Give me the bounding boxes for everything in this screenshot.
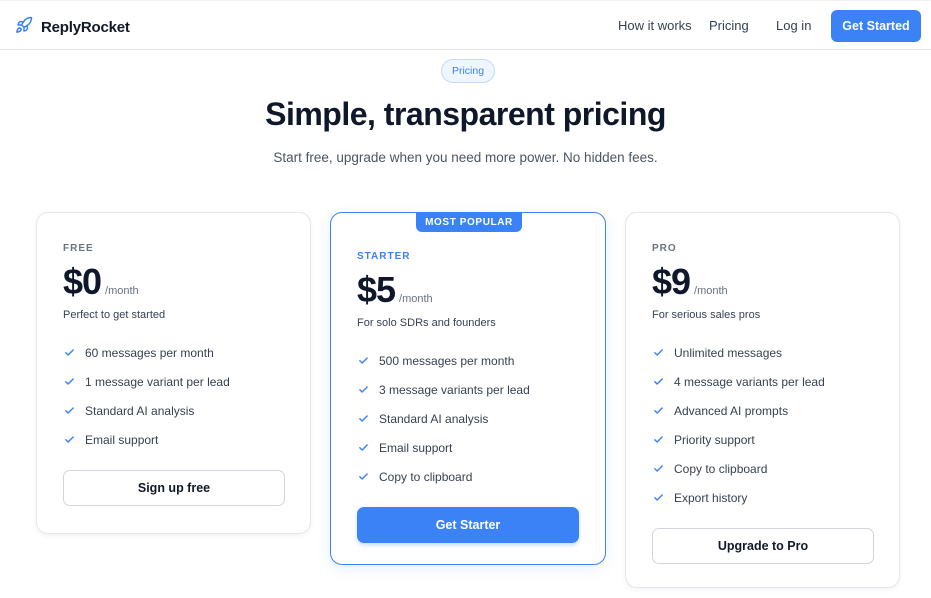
check-icon: [652, 376, 664, 388]
nav-how-it-works[interactable]: How it works: [618, 18, 692, 33]
feature-label: Standard AI analysis: [379, 411, 489, 426]
plan-period: /month: [105, 285, 139, 297]
feature-item: Standard AI analysis: [63, 396, 230, 425]
plan-price: $0: [63, 261, 102, 302]
plan-tagline: For serious sales pros: [652, 309, 761, 321]
plan-period: /month: [694, 285, 728, 297]
sign-up-free-button[interactable]: Sign up free: [63, 470, 285, 506]
feature-label: Unlimited messages: [674, 345, 783, 360]
price-row: $0 /month: [63, 261, 139, 303]
plan-tier: PRO: [652, 243, 677, 254]
check-icon: [357, 413, 369, 425]
plan-price: $5: [357, 269, 396, 310]
plan-tier: FREE: [63, 243, 94, 254]
feature-label: 60 messages per month: [85, 345, 214, 360]
feature-item: 500 messages per month: [357, 346, 530, 375]
check-icon: [357, 442, 369, 454]
feature-label: 500 messages per month: [379, 353, 515, 368]
rocket-icon: [15, 16, 33, 39]
plan-period: /month: [399, 293, 433, 305]
plan-card-pro: PRO $9 /month For serious sales pros Unl…: [625, 212, 900, 588]
check-icon: [63, 347, 75, 359]
check-icon: [652, 463, 664, 475]
feature-list: 500 messages per month 3 message variant…: [357, 346, 530, 491]
feature-item: Copy to clipboard: [357, 462, 530, 491]
feature-label: Email support: [85, 432, 159, 447]
check-icon: [652, 492, 664, 504]
check-icon: [63, 434, 75, 446]
check-icon: [357, 471, 369, 483]
feature-label: 3 message variants per lead: [379, 382, 530, 397]
feature-label: Advanced AI prompts: [674, 403, 789, 418]
feature-label: Export history: [674, 490, 748, 505]
plan-card-starter: MOST POPULAR STARTER $5 /month For solo …: [330, 212, 606, 565]
check-icon: [652, 405, 664, 417]
feature-item: Export history: [652, 483, 825, 512]
check-icon: [652, 434, 664, 446]
page-subtitle: Start free, upgrade when you need more p…: [273, 150, 658, 165]
plan-tier: STARTER: [357, 251, 411, 262]
plan-price: $9: [652, 261, 691, 302]
nav-pricing[interactable]: Pricing: [709, 18, 749, 33]
feature-label: Email support: [379, 440, 453, 455]
upgrade-to-pro-button[interactable]: Upgrade to Pro: [652, 528, 874, 564]
check-icon: [63, 405, 75, 417]
feature-label: 1 message variant per lead: [85, 374, 230, 389]
page-title: Simple, transparent pricing: [265, 96, 666, 132]
feature-label: Priority support: [674, 432, 755, 447]
price-row: $5 /month: [357, 269, 433, 311]
check-icon: [357, 384, 369, 396]
price-row: $9 /month: [652, 261, 728, 303]
plan-tagline: Perfect to get started: [63, 309, 166, 321]
plan-tagline: For solo SDRs and founders: [357, 317, 496, 329]
feature-item: 1 message variant per lead: [63, 367, 230, 396]
feature-label: Copy to clipboard: [379, 469, 473, 484]
feature-item: 4 message variants per lead: [652, 367, 825, 396]
check-icon: [63, 376, 75, 388]
brand-logo[interactable]: ReplyRocket: [15, 16, 130, 39]
feature-item: 60 messages per month: [63, 338, 230, 367]
feature-item: Unlimited messages: [652, 338, 825, 367]
feature-item: Advanced AI prompts: [652, 396, 825, 425]
brand-name: ReplyRocket: [41, 19, 130, 36]
plan-card-free: FREE $0 /month Perfect to get started 60…: [36, 212, 311, 534]
nav-log-in[interactable]: Log in: [776, 18, 811, 33]
feature-item: Copy to clipboard: [652, 454, 825, 483]
top-nav: ReplyRocket How it works Pricing Log in …: [0, 0, 931, 50]
check-icon: [357, 355, 369, 367]
feature-label: 4 message variants per lead: [674, 374, 825, 389]
feature-list: Unlimited messages 4 message variants pe…: [652, 338, 825, 512]
feature-item: Priority support: [652, 425, 825, 454]
feature-item: Email support: [357, 433, 530, 462]
check-icon: [652, 347, 664, 359]
feature-item: 3 message variants per lead: [357, 375, 530, 404]
feature-label: Copy to clipboard: [674, 461, 768, 476]
most-popular-badge: MOST POPULAR: [416, 212, 522, 232]
feature-item: Email support: [63, 425, 230, 454]
feature-label: Standard AI analysis: [85, 403, 195, 418]
pricing-pill: Pricing: [441, 59, 495, 83]
get-started-button[interactable]: Get Started: [831, 10, 921, 42]
feature-list: 60 messages per month 1 message variant …: [63, 338, 230, 454]
feature-item: Standard AI analysis: [357, 404, 530, 433]
get-starter-button[interactable]: Get Starter: [357, 507, 579, 543]
